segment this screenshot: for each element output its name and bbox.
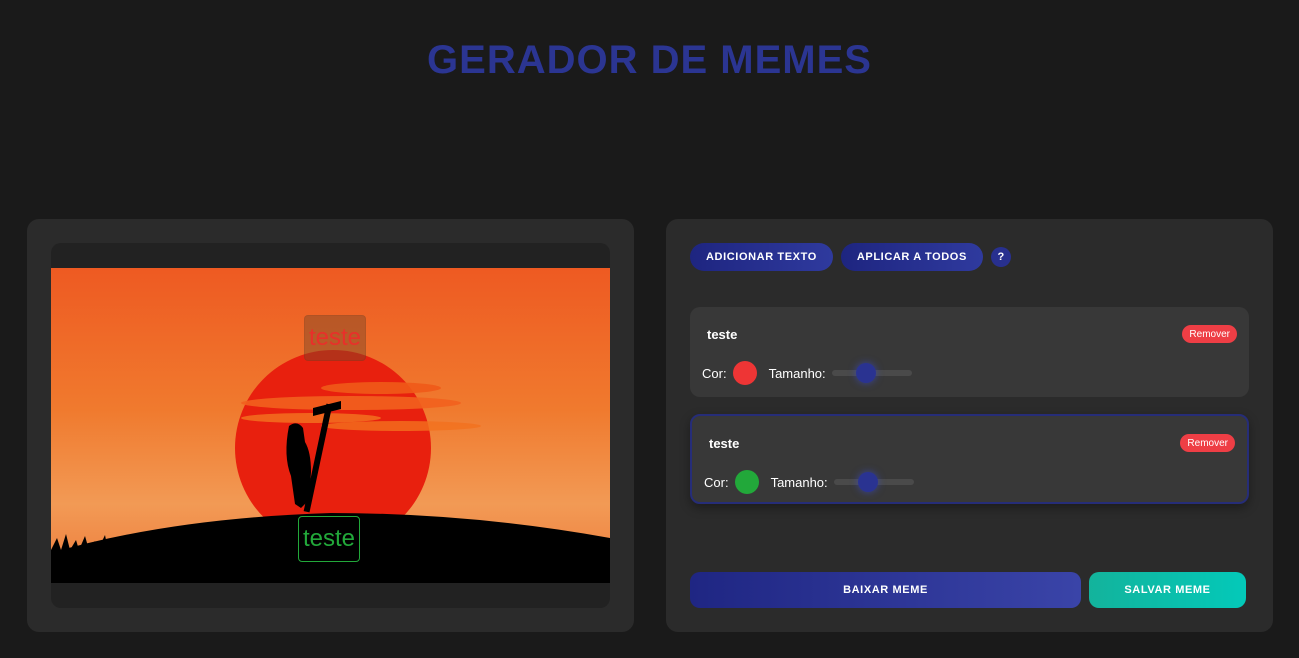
text-item-name: teste — [709, 436, 740, 451]
text-item-card: teste Remover Cor: Tamanho: — [690, 414, 1249, 504]
size-label: Tamanho: — [768, 365, 826, 381]
download-button[interactable]: BAIXAR MEME — [690, 572, 1081, 608]
meme-canvas[interactable]: teste teste — [51, 243, 610, 608]
controls-panel: ADICIONAR TEXTO APLICAR A TODOS ? teste … — [666, 219, 1273, 632]
remove-button[interactable]: Remover — [1182, 325, 1237, 343]
meme-text-top[interactable]: teste — [304, 315, 367, 361]
size-slider[interactable] — [833, 472, 914, 492]
color-picker[interactable] — [734, 470, 759, 494]
text-item-controls: Cor: Tamanho: — [704, 470, 914, 494]
color-label: Cor: — [702, 365, 727, 381]
apply-all-button[interactable]: APLICAR A TODOS — [840, 243, 983, 271]
text-item-name: teste — [707, 327, 738, 342]
size-label: Tamanho: — [770, 474, 828, 490]
save-button[interactable]: SALVAR MEME — [1089, 572, 1246, 608]
preview-panel: teste teste — [27, 219, 634, 632]
help-button[interactable]: ? — [990, 247, 1011, 267]
size-slider[interactable] — [831, 363, 912, 383]
toolbar: ADICIONAR TEXTO APLICAR A TODOS ? — [690, 243, 1011, 271]
add-text-button[interactable]: ADICIONAR TEXTO — [690, 243, 833, 271]
color-label: Cor: — [704, 474, 729, 490]
slider-thumb[interactable] — [855, 363, 876, 383]
remove-button[interactable]: Remover — [1180, 434, 1235, 452]
meme-text-bottom[interactable]: teste — [298, 516, 361, 562]
text-item-controls: Cor: Tamanho: — [702, 361, 912, 385]
text-item-card: teste Remover Cor: Tamanho: — [690, 307, 1249, 397]
color-picker[interactable] — [732, 361, 757, 385]
slider-thumb[interactable] — [857, 472, 878, 492]
page-title: GERADOR DE MEMES — [427, 38, 872, 82]
